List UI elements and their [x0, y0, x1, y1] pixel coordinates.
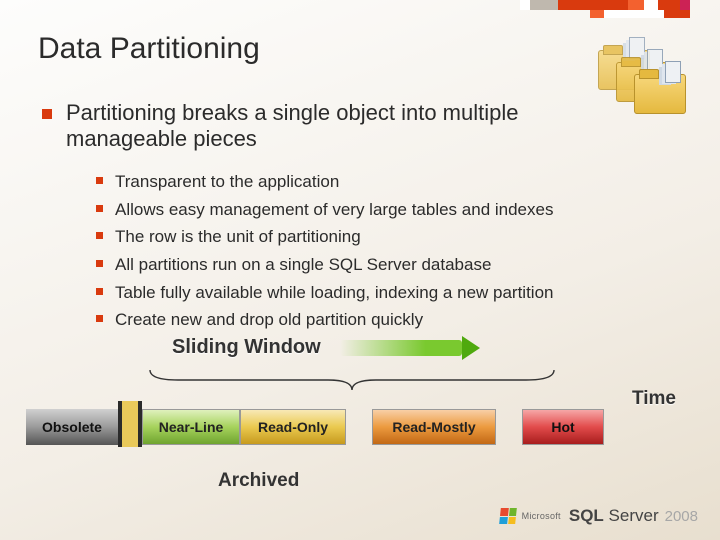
company-name: Microsoft: [522, 511, 561, 521]
timeline-row: Obsolete Near-Line Read-Only Read-Mostly…: [26, 406, 604, 447]
header-accent-2: [590, 10, 690, 18]
bullet-icon: [96, 288, 103, 295]
segment-readonly: Read-Only: [240, 409, 346, 445]
list-item: Allows easy management of very large tab…: [96, 198, 656, 223]
sub-bullet-list: Transparent to the application Allows ea…: [96, 170, 656, 336]
list-item: Table fully available while loading, ind…: [96, 281, 656, 306]
product-name-b: Server: [609, 506, 659, 525]
footer-logo: Microsoft SQL Server 2008: [500, 506, 698, 526]
product-year: 2008: [665, 508, 698, 525]
bullet-icon: [96, 205, 103, 212]
list-item-text: Create new and drop old partition quickl…: [115, 308, 423, 333]
brace-icon: [148, 368, 556, 390]
bullet-icon: [96, 232, 103, 239]
segment-readmostly: Read-Mostly: [372, 409, 496, 445]
arrow-icon: [340, 336, 480, 360]
bullet-icon: [42, 109, 52, 119]
list-item-text: All partitions run on a single SQL Serve…: [115, 253, 491, 278]
header-accent: [520, 0, 690, 10]
segment-nearline: Near-Line: [142, 409, 240, 445]
bullet-icon: [96, 315, 103, 322]
bullet-icon: [96, 177, 103, 184]
bullet-icon: [96, 260, 103, 267]
segment-obsolete: Obsolete: [26, 409, 118, 445]
segment-hot: Hot: [522, 409, 604, 445]
folders-graphic: [590, 44, 686, 124]
list-item-text: Transparent to the application: [115, 170, 339, 195]
list-item: All partitions run on a single SQL Serve…: [96, 253, 656, 278]
main-bullet: Partitioning breaks a single object into…: [42, 100, 582, 152]
list-item: The row is the unit of partitioning: [96, 225, 656, 250]
time-axis-label: Time: [632, 388, 676, 410]
list-item: Create new and drop old partition quickl…: [96, 308, 656, 333]
microsoft-flag-icon: [499, 508, 517, 524]
list-item: Transparent to the application: [96, 170, 656, 195]
product-name-a: SQL: [569, 506, 604, 525]
main-bullet-text: Partitioning breaks a single object into…: [66, 100, 582, 152]
list-item-text: Allows easy management of very large tab…: [115, 198, 553, 223]
list-item-text: Table fully available while loading, ind…: [115, 281, 554, 306]
list-item-text: The row is the unit of partitioning: [115, 225, 361, 250]
slide-title: Data Partitioning: [38, 32, 260, 66]
partition-divider-icon: [118, 401, 142, 447]
archived-label: Archived: [218, 470, 299, 492]
sliding-window-label: Sliding Window: [172, 336, 321, 359]
